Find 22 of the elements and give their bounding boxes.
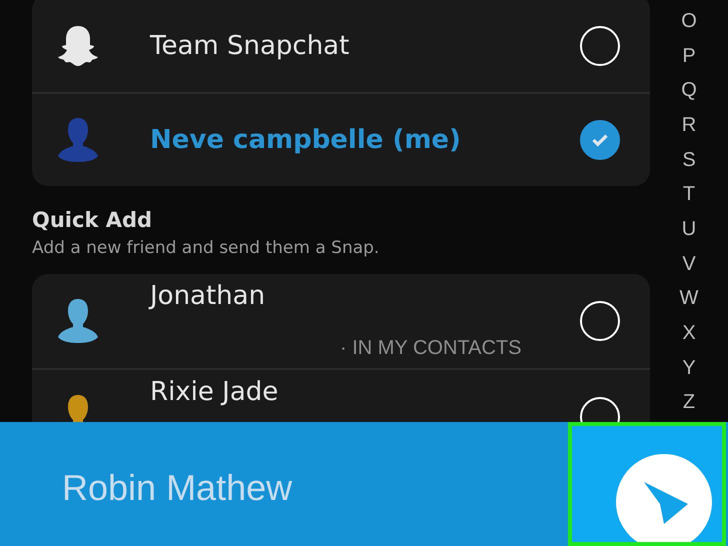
contact-note: · IN MY CONTACTS xyxy=(340,337,522,360)
recipient-name: Robin Mathew xyxy=(62,467,294,509)
index-letter[interactable]: Q xyxy=(681,75,697,110)
friend-name: Rixie Jade xyxy=(150,377,280,407)
index-letter[interactable]: P xyxy=(682,40,696,76)
section-subtitle: Add a new friend and send them a Snap. xyxy=(32,238,380,258)
friend-name: Team Snapchat xyxy=(150,31,350,61)
index-letter[interactable]: X xyxy=(682,318,696,353)
send-icon xyxy=(614,452,714,542)
index-letter[interactable]: W xyxy=(680,283,698,318)
index-letter[interactable]: O xyxy=(681,6,697,41)
index-letter[interactable]: R xyxy=(682,110,696,145)
section-title: Quick Add xyxy=(32,208,154,232)
index-letter[interactable]: V xyxy=(682,248,696,284)
index-letter[interactable]: S xyxy=(682,144,696,180)
friend-name: Neve campbelle (me) xyxy=(150,125,462,155)
index-letter[interactable]: U xyxy=(682,214,696,249)
index-letter[interactable]: T xyxy=(682,179,696,214)
friend-name: Jonathan xyxy=(150,281,266,311)
select-checkbox[interactable] xyxy=(580,120,620,160)
index-letter[interactable]: Z xyxy=(682,387,696,422)
index-letter[interactable]: Y xyxy=(682,352,696,388)
